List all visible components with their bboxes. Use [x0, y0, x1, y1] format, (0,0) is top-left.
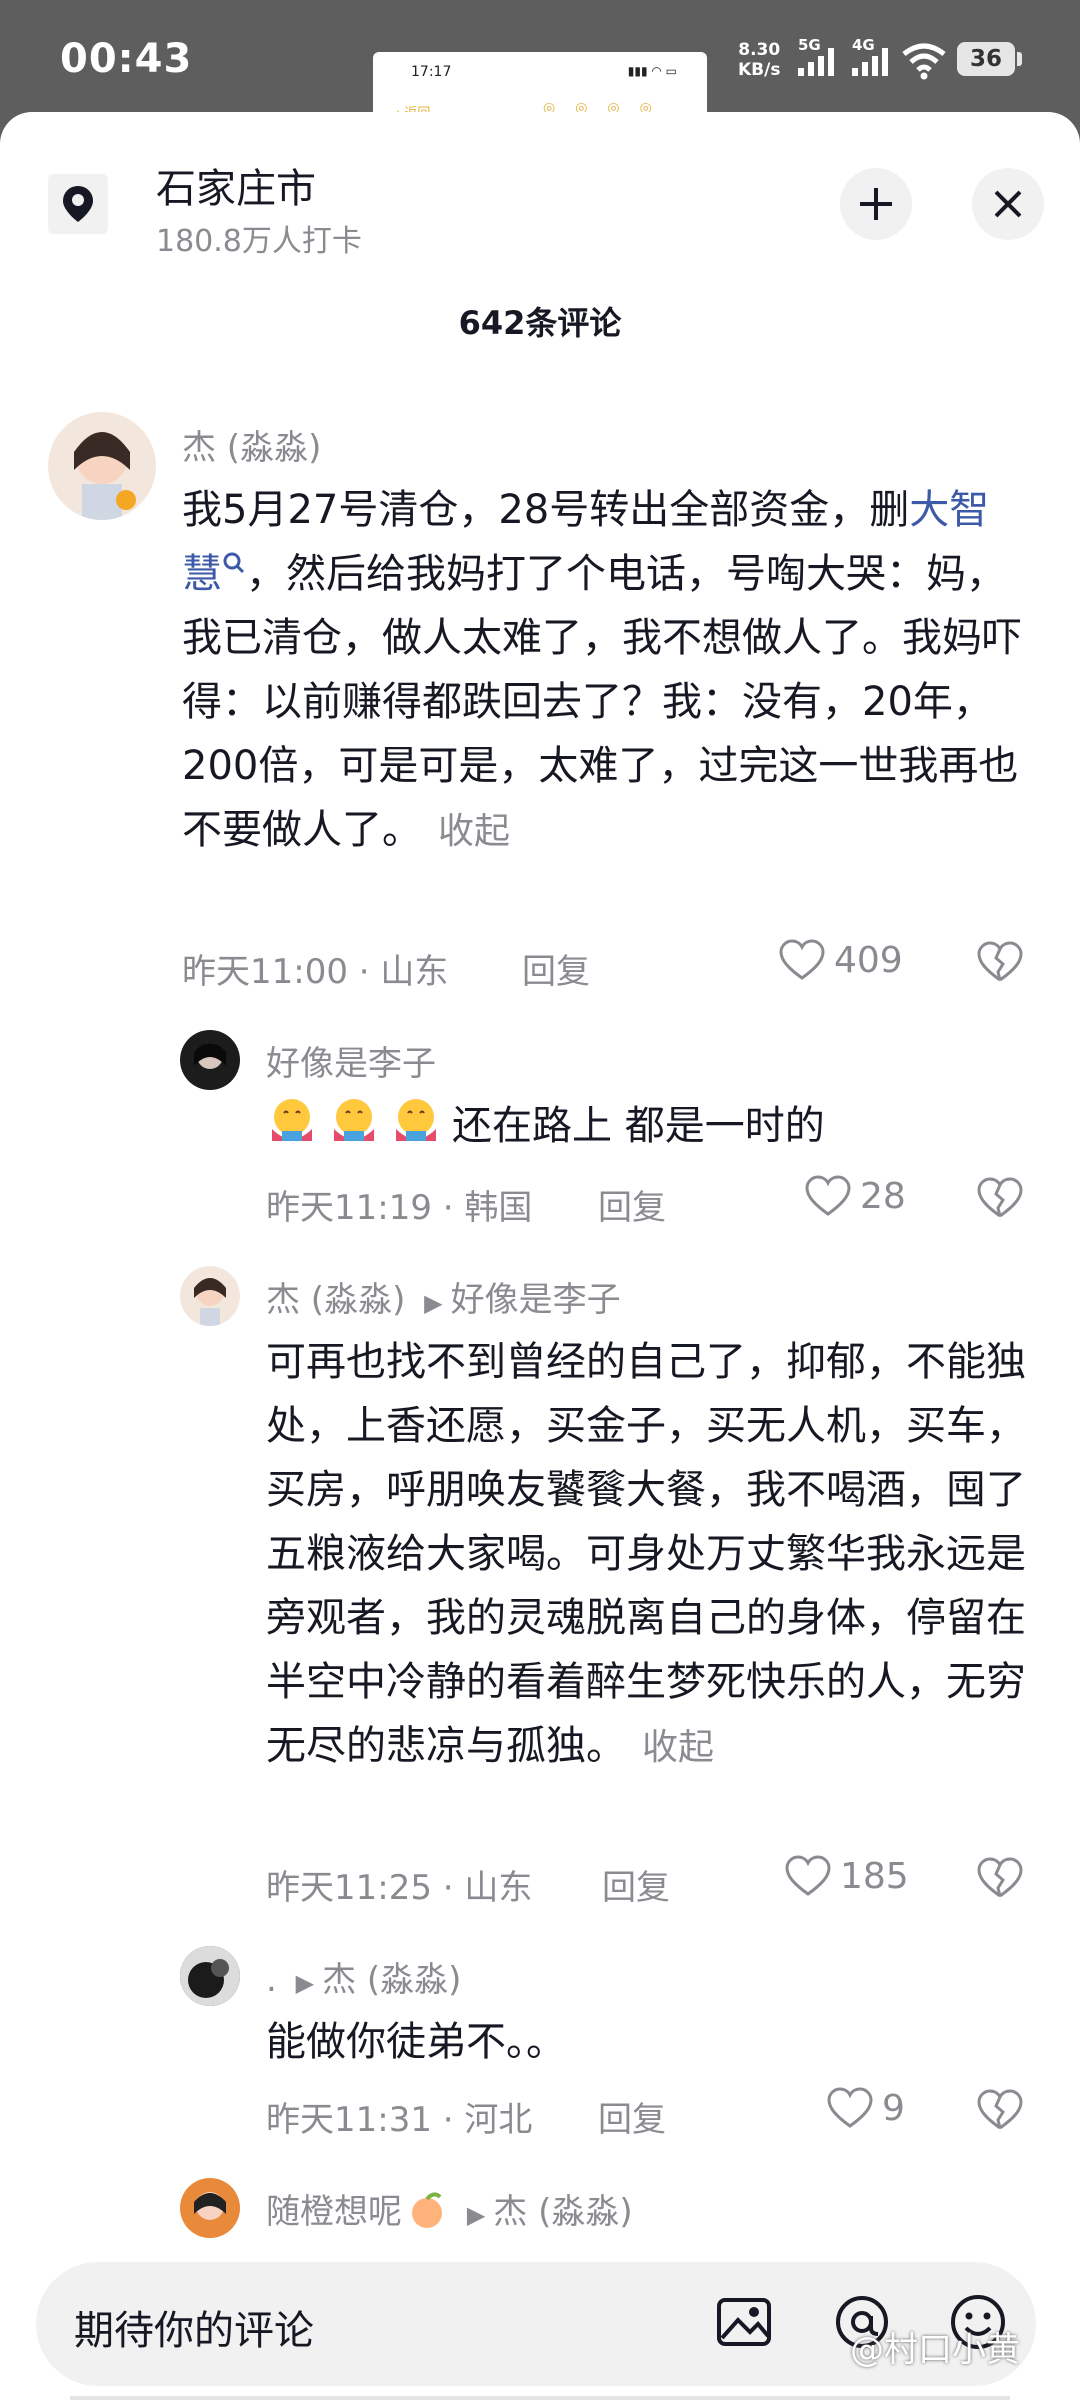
broken-heart-icon[interactable] — [976, 1176, 1024, 1220]
close-icon — [994, 190, 1022, 218]
reply-author[interactable]: 好像是李子 — [266, 1036, 436, 1085]
hug-emoji-icon — [396, 1099, 436, 1141]
status-bar: 00:43 17:17 ▮▮▮ ◠ ▭ ‹ 返回 ◎◎◎◎ 8.30 KB/s … — [0, 0, 1080, 118]
like-button[interactable]: 9 — [826, 2086, 905, 2130]
reply-text: 可再也找不到曾经的自己了，抑郁，不能独处，上香还愿，买金子，买无人机，买车，买房… — [266, 1339, 1026, 1769]
comment-count: 642条评论 — [458, 304, 622, 342]
reply-time-location: 昨天11:31 · 河北 — [266, 2100, 533, 2140]
reply-time-location: 昨天11:25 · 山东 — [266, 1868, 533, 1908]
reply-target[interactable]: 杰 (淼淼) — [322, 1960, 461, 2000]
like-count: 9 — [882, 2087, 905, 2129]
reply-author[interactable]: 杰 (淼淼) ▶ 好像是李子 — [266, 1272, 621, 1321]
pip-signal-icons: ▮▮▮ ◠ ▭ — [627, 64, 677, 78]
like-count: 185 — [840, 1855, 909, 1897]
like-button[interactable]: 409 — [778, 938, 903, 982]
collapse-link[interactable]: 收起 — [438, 811, 510, 852]
avatar[interactable] — [180, 1030, 240, 1090]
battery-icon: 36 — [957, 42, 1015, 76]
broken-heart-icon[interactable] — [976, 940, 1024, 984]
hug-emoji-icon — [334, 1099, 374, 1141]
avatar[interactable] — [180, 1266, 240, 1326]
net-speed: 8.30 KB/s — [738, 40, 781, 80]
reply-author[interactable]: 随橙想呢 ▶ 杰 (淼淼) — [266, 2184, 633, 2233]
reply-arrow-icon: ▶ — [466, 2201, 486, 2229]
checkin-count: 180.8万人打卡 — [156, 224, 362, 259]
heart-icon — [827, 2087, 873, 2128]
broken-heart-icon[interactable] — [976, 2088, 1024, 2132]
reply-arrow-icon: ▶ — [295, 1969, 315, 1997]
reply-time-location: 昨天11:19 · 韩国 — [266, 1188, 533, 1228]
reply-arrow-icon: ▶ — [424, 1289, 443, 1317]
reply-text: 能做你徒弟不。。 — [266, 2019, 566, 2065]
watermark: @村口小黄 — [850, 2330, 1020, 2370]
comment-author[interactable]: 杰 (淼淼) — [182, 420, 321, 469]
location-title[interactable]: 石家庄市 — [156, 156, 316, 214]
comment-text: 我5月27号清仓，28号转出全部资金，删大智慧 ，然后给我妈打了个电话，号啕大哭：… — [182, 487, 1022, 853]
comment-input[interactable]: 期待你的评论 — [74, 2298, 314, 2356]
reply-button[interactable]: 回复 — [598, 1180, 666, 1229]
like-button[interactable]: 185 — [784, 1854, 909, 1898]
reply-target[interactable]: 杰 (淼淼) — [493, 2192, 632, 2232]
minimize-button[interactable] — [840, 168, 912, 240]
avatar[interactable] — [180, 2178, 240, 2238]
heart-icon — [805, 1175, 851, 1216]
image-icon[interactable] — [714, 2292, 774, 2352]
reply-button[interactable]: 回复 — [602, 1860, 670, 1909]
collapse-icon — [860, 188, 892, 220]
avatar[interactable] — [180, 1946, 240, 2006]
hug-emoji-icon — [272, 1099, 312, 1141]
like-count: 409 — [834, 939, 903, 981]
reply-button[interactable]: 回复 — [598, 2092, 666, 2141]
reply-author[interactable]: . ▶ 杰 (淼淼) — [266, 1952, 461, 2001]
search-icon — [223, 552, 245, 574]
comment-time-location: 昨天11:00 · 山东 — [182, 952, 449, 992]
status-time: 00:43 — [60, 36, 193, 82]
battery-nub — [1017, 52, 1022, 66]
pip-time: 17:17 — [411, 64, 452, 80]
collapse-link[interactable]: 收起 — [642, 1727, 714, 1768]
like-button[interactable]: 28 — [804, 1174, 906, 1218]
heart-icon — [779, 939, 825, 980]
bottom-divider — [70, 2396, 1010, 2400]
close-button[interactable] — [972, 168, 1044, 240]
location-pin-icon[interactable] — [48, 174, 108, 234]
pip-thumbnail[interactable]: 17:17 ▮▮▮ ◠ ▭ ‹ 返回 ◎◎◎◎ — [373, 52, 707, 118]
avatar[interactable] — [48, 412, 156, 520]
heart-icon — [785, 1855, 831, 1896]
reply-text: 还在路上 都是一时的 — [266, 1094, 1026, 1158]
wifi-icon — [902, 43, 946, 80]
peach-emoji-icon — [412, 2192, 442, 2228]
reply-button[interactable]: 回复 — [522, 944, 590, 993]
broken-heart-icon[interactable] — [976, 1856, 1024, 1900]
reply-target[interactable]: 好像是李子 — [451, 1280, 621, 1320]
like-count: 28 — [860, 1175, 906, 1217]
